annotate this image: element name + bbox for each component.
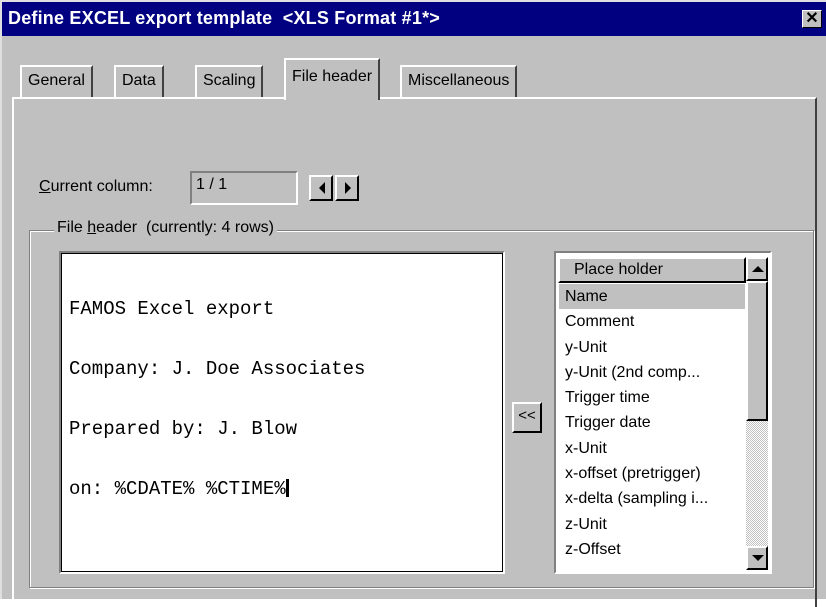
tab-scaling[interactable]: Scaling <box>195 65 264 97</box>
dialog-window: Define EXCEL export template <XLS Format… <box>0 0 826 607</box>
file-header-group-label: File header (currently: 4 rows) <box>54 219 277 237</box>
list-item[interactable]: x-Unit <box>559 436 745 461</box>
header-line: Prepared by: J. Blow <box>69 418 298 440</box>
legend-text-post: eader (currently: 4 rows) <box>96 219 274 236</box>
triangle-right-icon <box>345 182 351 194</box>
scroll-down-button[interactable] <box>746 546 768 570</box>
header-line: FAMOS Excel export <box>69 298 275 320</box>
tab-file-header[interactable]: File header <box>284 58 381 100</box>
list-item[interactable]: y-Unit (2nd comp... <box>559 360 745 385</box>
list-item[interactable]: z-Offset <box>559 537 745 562</box>
scroll-thumb[interactable] <box>746 281 768 421</box>
placeholder-items: Name Comment y-Unit y-Unit (2nd comp... … <box>559 284 745 562</box>
list-item[interactable]: Comment <box>559 309 745 334</box>
current-column-label: Current column: <box>39 178 153 196</box>
list-scrollbar[interactable] <box>746 257 768 570</box>
list-item[interactable]: x-delta (sampling i... <box>559 486 745 511</box>
file-header-editor[interactable]: FAMOS Excel export Company: J. Doe Assoc… <box>59 251 505 574</box>
window-title: Define EXCEL export template <XLS Format… <box>8 8 440 28</box>
previous-column-button[interactable] <box>309 175 333 201</box>
placeholder-list[interactable]: Place holder Name Comment y-Unit y-Unit … <box>554 251 772 574</box>
title-bar[interactable]: Define EXCEL export template <XLS Format… <box>2 2 826 36</box>
current-column-field[interactable]: 1 / 1 <box>190 171 298 205</box>
tab-general[interactable]: General <box>20 65 93 97</box>
text-caret <box>285 479 289 497</box>
insert-placeholder-button[interactable]: << <box>512 402 542 433</box>
placeholder-list-header[interactable]: Place holder <box>558 257 746 283</box>
current-column-hotkey: C <box>39 178 51 195</box>
list-item[interactable]: z-Unit <box>559 512 745 537</box>
tab-label: Scaling <box>203 72 256 89</box>
current-column-label-text: urrent column: <box>50 178 153 195</box>
tab-label: Miscellaneous <box>408 72 510 89</box>
legend-text-pre: File <box>57 219 88 236</box>
legend-hotkey: h <box>87 219 97 236</box>
triangle-down-icon <box>752 555 764 561</box>
header-line-last: on: %CDATE% %CTIME% <box>69 479 495 499</box>
list-item[interactable]: x-offset (pretrigger) <box>559 461 745 486</box>
next-column-button[interactable] <box>335 175 359 201</box>
tab-label: Data <box>122 72 156 89</box>
header-line: on: %CDATE% %CTIME% <box>69 478 286 500</box>
list-item[interactable]: Name <box>559 284 745 310</box>
close-icon: ✕ <box>805 10 819 27</box>
list-item[interactable]: y-Unit <box>559 335 745 360</box>
tab-data[interactable]: Data <box>114 65 164 97</box>
list-item[interactable]: Trigger date <box>559 410 745 435</box>
triangle-left-icon <box>319 182 325 194</box>
close-button[interactable]: ✕ <box>802 10 822 28</box>
list-item[interactable]: Trigger time <box>559 385 745 410</box>
header-line: Company: J. Doe Associates <box>69 358 366 380</box>
scroll-up-button[interactable] <box>746 257 768 281</box>
tab-miscellaneous[interactable]: Miscellaneous <box>400 65 518 97</box>
triangle-up-icon <box>752 266 764 272</box>
tab-label: General <box>28 72 85 89</box>
tab-label: File header <box>292 68 373 85</box>
